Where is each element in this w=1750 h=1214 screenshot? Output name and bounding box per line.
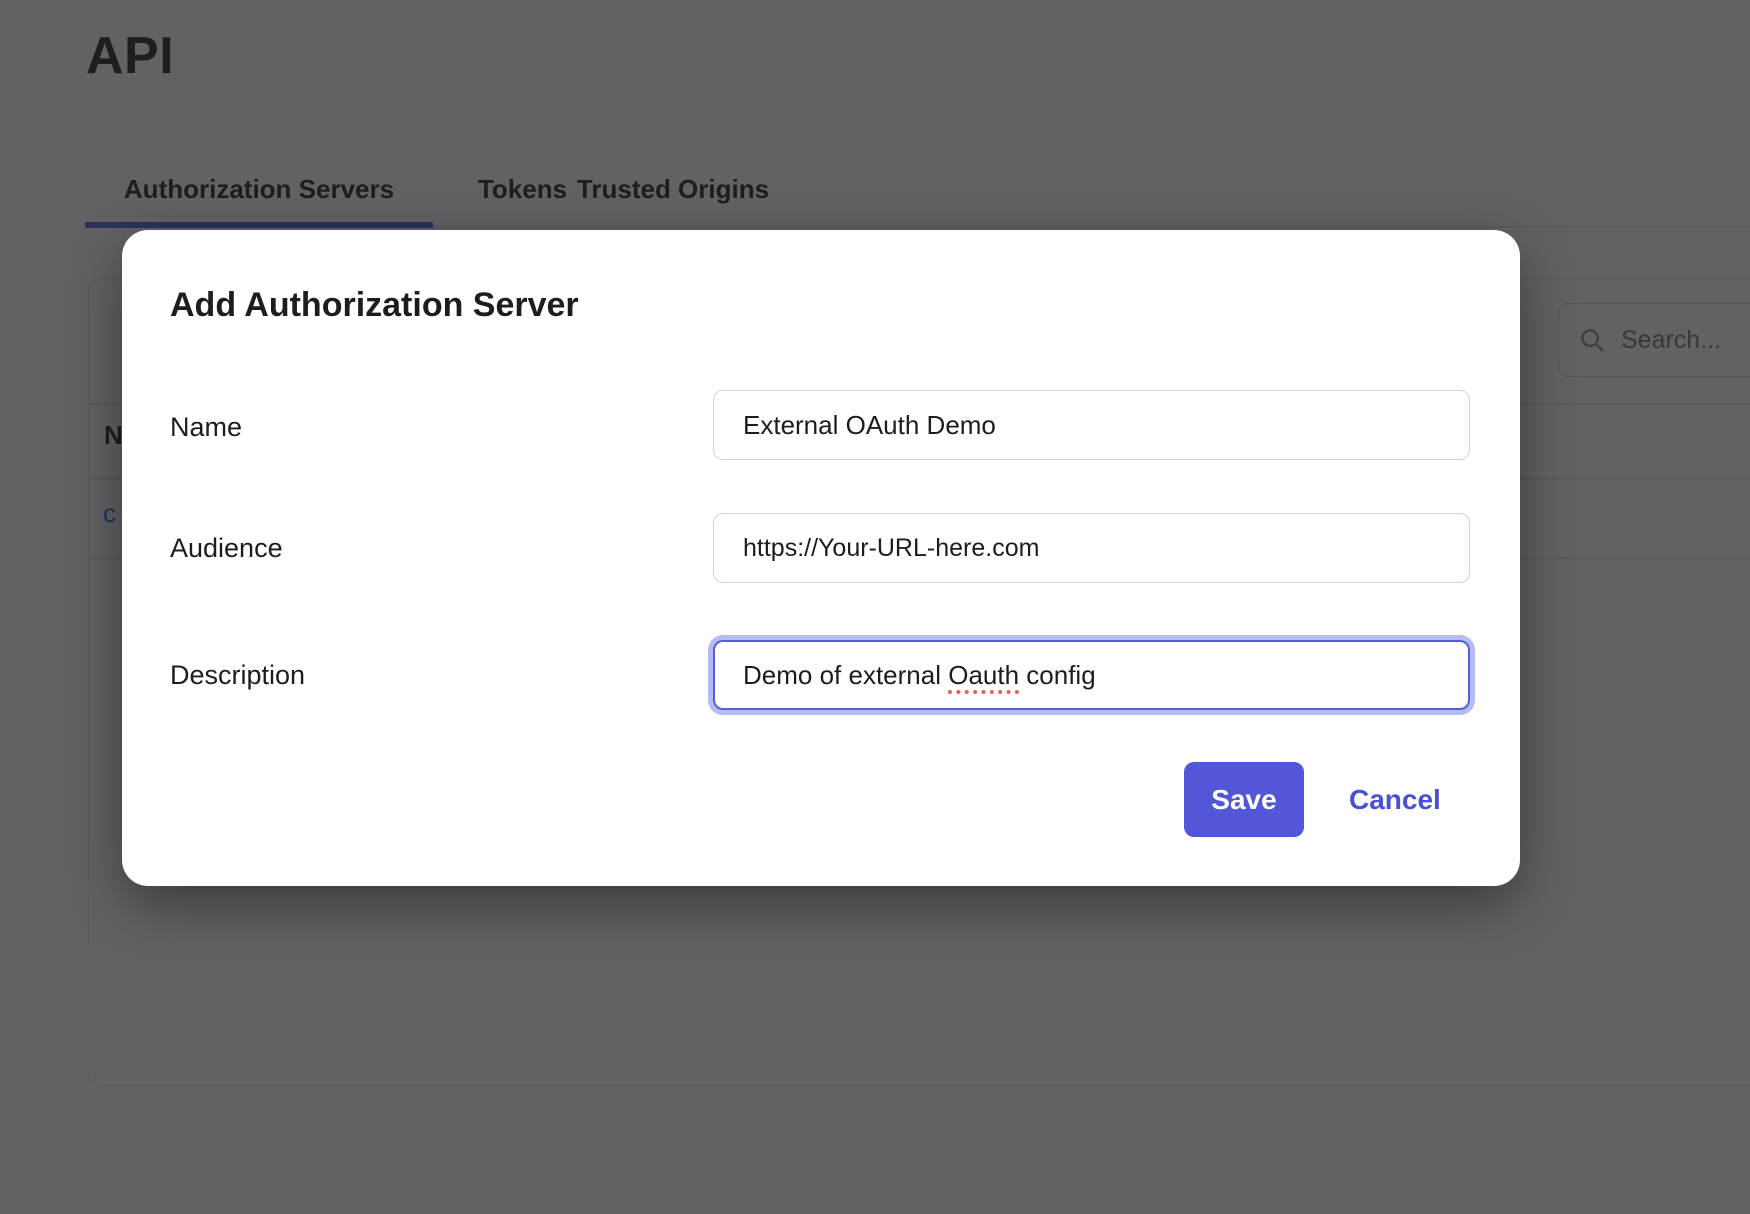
description-value-after: config [1019, 660, 1096, 691]
add-authorization-server-modal: Add Authorization Server Name External O… [122, 230, 1520, 886]
audience-input[interactable]: https://Your-URL-here.com [713, 513, 1470, 583]
description-label: Description [170, 658, 305, 692]
description-input[interactable]: Demo of external Oauth config [713, 640, 1470, 710]
name-input[interactable]: External OAuth Demo [713, 390, 1470, 460]
cancel-button[interactable]: Cancel [1349, 762, 1441, 837]
name-input-value: External OAuth Demo [743, 410, 996, 441]
description-value-before: Demo of external [743, 660, 948, 691]
audience-label: Audience [170, 531, 283, 565]
modal-title: Add Authorization Server [170, 286, 579, 325]
audience-input-value: https://Your-URL-here.com [743, 534, 1039, 563]
save-button[interactable]: Save [1184, 762, 1304, 837]
name-label: Name [170, 410, 242, 444]
description-value-misspelled-word: Oauth [948, 660, 1019, 691]
